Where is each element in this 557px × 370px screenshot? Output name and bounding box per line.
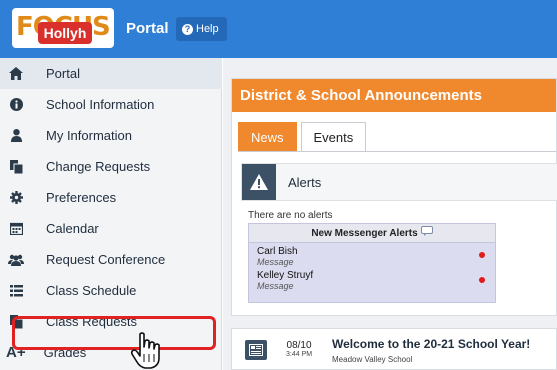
chat-bubble-icon	[420, 224, 433, 243]
sidebar-item-label: Class Schedule	[46, 283, 137, 298]
question-icon: ?	[182, 23, 193, 35]
announcements-panel: District & School Announcements News Eve…	[231, 78, 557, 316]
help-button[interactable]: ? Help	[176, 17, 227, 41]
person-icon	[8, 129, 24, 142]
message-sender: Carl Bish	[257, 246, 298, 257]
alerts-title: Alerts	[288, 175, 322, 190]
unread-dot	[479, 277, 485, 283]
sidebar-item-request-conference[interactable]: Request Conference	[0, 244, 222, 275]
news-time: 3:44 PM	[286, 351, 313, 358]
newspaper-icon	[245, 340, 267, 360]
sidebar-item-change-requests[interactable]: Change Requests	[0, 151, 222, 182]
sidebar-item-label: Calendar	[46, 221, 99, 236]
sidebar-item-portal[interactable]: Portal	[0, 58, 222, 89]
sidebar-item-label: Request Conference	[46, 252, 166, 267]
message-type: Message	[257, 281, 294, 291]
warning-icon	[242, 164, 276, 200]
message-item[interactable]: Carl Bish Message	[257, 246, 298, 267]
user-tag: Hollyh	[38, 22, 92, 44]
app-title: Portal	[126, 20, 169, 37]
message-sender: Kelley Struyf	[257, 270, 314, 281]
unread-dot	[479, 252, 485, 258]
sidebar-item-label: School Information	[46, 97, 155, 112]
sidebar-item-label: Portal	[46, 66, 80, 81]
news-date-day: 08/10	[286, 340, 312, 351]
sidebar-item-label: Change Requests	[46, 159, 151, 174]
list-icon	[8, 284, 24, 297]
group-icon	[8, 254, 24, 266]
messenger-alerts-title: New Messenger Alerts	[311, 228, 418, 240]
sidebar-item-preferences[interactable]: Preferences	[0, 182, 222, 213]
sidebar-item-label: Preferences	[46, 190, 117, 205]
tab-news[interactable]: News	[238, 122, 297, 152]
tab-events[interactable]: Events	[300, 122, 367, 152]
messenger-alerts-header: New Messenger Alerts	[249, 224, 495, 243]
alerts-header[interactable]: Alerts	[241, 163, 557, 201]
focus-logo[interactable]: FOCUS Hollyh	[12, 8, 114, 48]
news-item[interactable]: 08/10 3:44 PM Welcome to the 20-21 Schoo…	[231, 328, 557, 370]
info-icon	[8, 98, 24, 111]
announcements-title: District & School Announcements	[232, 79, 556, 112]
calendar-icon	[8, 222, 24, 235]
message-type: Message	[257, 257, 294, 267]
messenger-alerts-box: New Messenger Alerts Carl Bish Message K…	[248, 223, 496, 303]
news-school: Meadow Valley School	[332, 355, 413, 364]
tabs-divider	[238, 151, 556, 152]
sidebar-item-school-information[interactable]: School Information	[0, 89, 222, 120]
class-requests-highlight	[12, 316, 216, 350]
gear-icon	[8, 191, 24, 204]
top-bar: FOCUS Hollyh Portal ? Help	[0, 0, 557, 58]
documents-icon	[8, 159, 24, 174]
home-icon	[8, 67, 24, 80]
main-content: District & School Announcements News Eve…	[223, 58, 557, 370]
sidebar-item-class-schedule[interactable]: Class Schedule	[0, 275, 222, 306]
no-alerts-text: There are no alerts	[248, 210, 333, 221]
help-label: Help	[196, 23, 219, 35]
message-item[interactable]: Kelley Struyf Message	[257, 270, 313, 291]
announcement-tabs: News Events	[238, 122, 367, 152]
news-title: Welcome to the 20-21 School Year!	[332, 337, 531, 351]
sidebar-item-my-information[interactable]: My Information	[0, 120, 222, 151]
news-date: 08/10 3:44 PM	[286, 340, 312, 358]
hand-cursor-icon	[130, 332, 163, 370]
sidebar-item-label: My Information	[46, 128, 132, 143]
sidebar-item-calendar[interactable]: Calendar	[0, 213, 222, 244]
